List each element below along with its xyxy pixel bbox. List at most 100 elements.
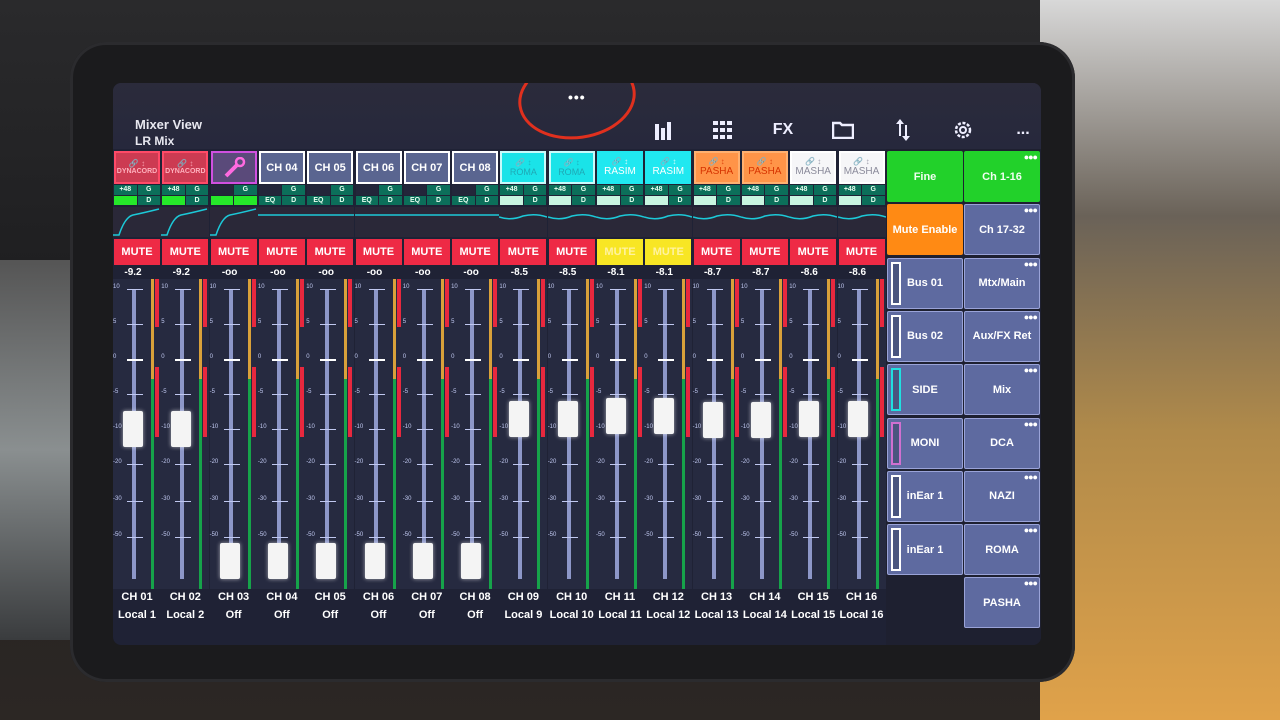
- processing-status[interactable]: +48 G D: [500, 185, 547, 205]
- fader-knob[interactable]: [267, 543, 288, 579]
- fader[interactable]: 10 5 0 -5 -10 -20 -30 -50: [547, 279, 596, 589]
- processing-status[interactable]: G: [210, 185, 257, 205]
- channel-name-tile[interactable]: [210, 151, 257, 184]
- settings-button[interactable]: [933, 117, 993, 143]
- more-options-icon[interactable]: ●●●: [1024, 205, 1038, 215]
- channel-name-tile[interactable]: CH 08: [452, 151, 499, 184]
- fader-knob[interactable]: [364, 543, 385, 579]
- processing-status[interactable]: +48 G D: [741, 185, 788, 205]
- eq-curve[interactable]: [161, 207, 210, 237]
- fader[interactable]: 10 5 0 -5 -10 -20 -30 -50: [596, 279, 644, 589]
- mute-button[interactable]: MUTE: [162, 239, 209, 265]
- fader[interactable]: 10 5 0 -5 -10 -20 -30 -50: [692, 279, 741, 589]
- processing-status[interactable]: +48 G D: [693, 185, 740, 205]
- fader-knob[interactable]: [171, 411, 192, 447]
- side-button-mute-enable[interactable]: Mute Enable: [887, 204, 963, 256]
- bank-button-dca[interactable]: ●●● DCA: [964, 417, 1040, 469]
- fader-knob[interactable]: [799, 401, 820, 438]
- fader[interactable]: 10 5 0 -5 -10 -20 -30 -50: [644, 279, 693, 589]
- fx-button[interactable]: FX: [753, 117, 813, 143]
- mute-button[interactable]: MUTE: [693, 239, 740, 265]
- processing-status[interactable]: +48 G D: [838, 185, 885, 205]
- processing-status[interactable]: G EQ D: [355, 185, 402, 205]
- fader[interactable]: 10 5 0 -5 -10 -20 -30 -50: [837, 279, 886, 589]
- eq-curve[interactable]: [499, 207, 548, 237]
- channel-name-tile[interactable]: 🔗 ↕ ROMA: [500, 151, 547, 184]
- channel-name-tile[interactable]: 🔗 ↕ RASIM: [597, 151, 643, 184]
- channel-name-tile[interactable]: 🔗 ↕ PASHA: [693, 151, 740, 184]
- fader-knob[interactable]: [123, 411, 143, 447]
- processing-status[interactable]: G EQ D: [307, 185, 354, 205]
- channel-name-tile[interactable]: 🔗 ↕ PASHA: [741, 151, 788, 184]
- mute-button[interactable]: MUTE: [258, 239, 305, 265]
- processing-status[interactable]: G EQ D: [403, 185, 450, 205]
- processing-status[interactable]: +48 G D: [162, 185, 209, 205]
- fader[interactable]: 10 5 0 -5 -10 -20 -30 -50: [499, 279, 548, 589]
- mute-button[interactable]: MUTE: [838, 239, 885, 265]
- bank-button-roma[interactable]: ●●● ROMA: [964, 524, 1040, 576]
- eq-curve[interactable]: [644, 207, 693, 237]
- mute-button[interactable]: MUTE: [741, 239, 788, 265]
- eq-curve[interactable]: [692, 207, 741, 237]
- channel-name-tile[interactable]: CH 06: [355, 151, 402, 184]
- fader[interactable]: 10 5 0 -5 -10 -20 -30 -50: [354, 279, 403, 589]
- eq-curve[interactable]: [788, 207, 838, 237]
- bank-button-pasha[interactable]: ●●● PASHA: [964, 577, 1040, 629]
- grid-button[interactable]: [693, 117, 753, 143]
- eq-curve[interactable]: [306, 207, 355, 237]
- fader[interactable]: 10 5 0 -5 -10 -20 -30 -50: [402, 279, 451, 589]
- channel-name-tile[interactable]: 🔗 ↕ MASHA: [790, 151, 837, 184]
- channel-name-tile[interactable]: 🔗 ↕ ROMA: [548, 151, 595, 184]
- fader[interactable]: 10 5 0 -5 -10 -20 -30 -50: [209, 279, 258, 589]
- more-options-icon[interactable]: ●●●: [1024, 312, 1038, 322]
- channel-name-tile[interactable]: 🔗 ↕ RASIM: [645, 151, 692, 184]
- eq-curve[interactable]: [740, 207, 790, 237]
- more-options-icon[interactable]: ●●●: [1024, 525, 1038, 535]
- channel-name-tile[interactable]: CH 07: [403, 151, 450, 184]
- side-button-bus-02[interactable]: Bus 02: [887, 310, 963, 362]
- eq-curve[interactable]: [402, 207, 451, 237]
- mute-button[interactable]: MUTE: [452, 239, 499, 265]
- mute-button[interactable]: MUTE: [307, 239, 354, 265]
- more-options-icon[interactable]: ●●●: [1024, 259, 1038, 269]
- eq-curve[interactable]: [257, 207, 306, 237]
- more-options-icon[interactable]: ●●●: [1024, 365, 1038, 375]
- channel-name-tile[interactable]: 🔗 ↕ MASHA: [838, 151, 885, 184]
- channel-name-tile[interactable]: 🔗 ↕ DYNACORD: [162, 151, 209, 184]
- eq-curve[interactable]: [113, 207, 161, 237]
- fader-knob[interactable]: [654, 397, 675, 434]
- eq-curve[interactable]: [354, 207, 403, 237]
- more-options-icon[interactable]: ●●●: [1024, 419, 1038, 429]
- fader[interactable]: 10 5 0 -5 -10 -20 -30 -50: [257, 279, 306, 589]
- processing-status[interactable]: +48 G D: [645, 185, 692, 205]
- mute-button[interactable]: MUTE: [500, 239, 547, 265]
- eq-curve[interactable]: [595, 207, 645, 237]
- channel-name-tile[interactable]: CH 05: [307, 151, 354, 184]
- more-button[interactable]: ...: [993, 117, 1041, 143]
- bank-button-ch-17-32[interactable]: ●●● Ch 17-32: [964, 204, 1040, 256]
- top-handle-dots[interactable]: •••: [568, 89, 586, 105]
- fader[interactable]: 10 5 0 -5 -10 -20 -30 -50: [451, 279, 500, 589]
- mute-button[interactable]: MUTE: [403, 239, 450, 265]
- side-button-inear-1[interactable]: inEar 1: [887, 524, 963, 576]
- processing-status[interactable]: G EQ D: [452, 185, 499, 205]
- bank-button-aux-fx-ret[interactable]: ●●● Aux/FX Ret: [964, 310, 1040, 362]
- mute-button[interactable]: MUTE: [548, 239, 595, 265]
- fader-knob[interactable]: [750, 401, 771, 438]
- mute-button[interactable]: MUTE: [645, 239, 692, 265]
- mute-button[interactable]: MUTE: [355, 239, 402, 265]
- processing-status[interactable]: +48 G D: [114, 185, 160, 205]
- eq-curve[interactable]: [451, 207, 500, 237]
- files-button[interactable]: [813, 117, 873, 143]
- bank-button-mtx-main[interactable]: ●●● Mtx/Main: [964, 257, 1040, 309]
- side-button-side[interactable]: SIDE: [887, 364, 963, 416]
- fader[interactable]: 10 5 0 -5 -10 -20 -30 -50: [740, 279, 789, 589]
- processing-status[interactable]: +48 G D: [548, 185, 595, 205]
- fader[interactable]: 10 5 0 -5 -10 -20 -30 -50: [306, 279, 355, 589]
- fader-knob[interactable]: [461, 543, 482, 579]
- bank-button-ch-1-16[interactable]: ●●● Ch 1-16: [964, 151, 1040, 202]
- eq-curve[interactable]: [209, 207, 258, 237]
- fader[interactable]: 10 5 0 -5 -10 -20 -30 -50: [789, 279, 838, 589]
- fader[interactable]: 10 5 0 -5 -10 -20 -30 -50: [161, 279, 210, 589]
- side-button-bus-01[interactable]: Bus 01: [887, 257, 963, 309]
